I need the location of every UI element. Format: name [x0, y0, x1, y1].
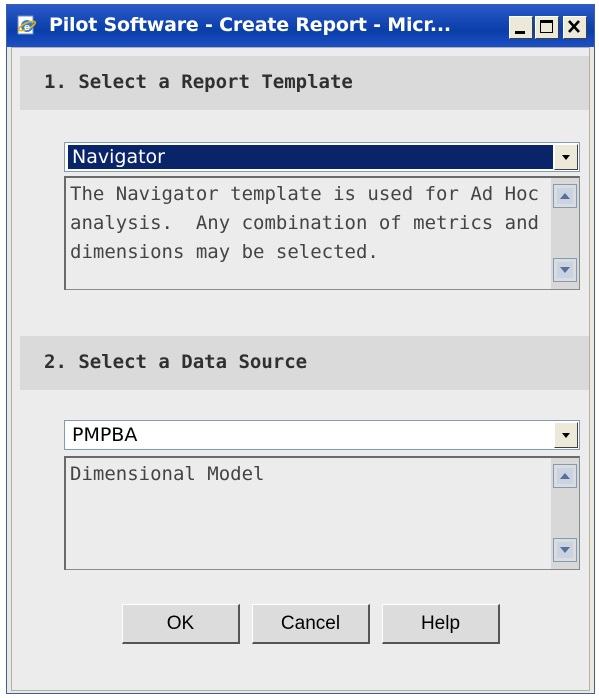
datasource-description[interactable]: Dimensional Model [64, 456, 580, 570]
minimize-button[interactable] [509, 16, 533, 39]
section-header-template: 1. Select a Report Template [20, 56, 589, 110]
datasource-description-text: Dimensional Model [70, 463, 265, 485]
section-title-template: 1. Select a Report Template [44, 71, 353, 93]
ie-page-icon: e [15, 14, 37, 36]
datasource-select[interactable]: PMPBA [64, 420, 580, 450]
template-selected-value: Navigator [68, 145, 553, 169]
template-description-scrollbar[interactable] [551, 178, 579, 289]
section-header-datasource: 2. Select a Data Source [20, 336, 589, 390]
window-title: Pilot Software - Create Report - Micr... [49, 14, 451, 36]
scroll-down-icon [557, 542, 573, 558]
svg-text:e: e [24, 23, 30, 33]
template-description[interactable]: The Navigator template is used for Ad Ho… [64, 176, 580, 290]
close-icon [568, 20, 580, 33]
title-bar[interactable]: e Pilot Software - Create Report - Micr.… [7, 5, 594, 47]
scroll-down-button[interactable] [553, 538, 577, 562]
maximize-button[interactable] [535, 16, 559, 39]
datasource-description-scrollbar[interactable] [551, 458, 579, 569]
scroll-down-icon [557, 262, 573, 278]
scroll-up-icon [557, 188, 573, 204]
minimize-icon [515, 31, 525, 34]
scroll-up-button[interactable] [553, 464, 577, 488]
close-button[interactable] [563, 16, 587, 39]
section-title-datasource: 2. Select a Data Source [44, 351, 308, 373]
template-select[interactable]: Navigator [64, 142, 580, 172]
scroll-down-button[interactable] [553, 258, 577, 282]
help-button[interactable]: Help [382, 604, 500, 644]
dialog-window: e Pilot Software - Create Report - Micr.… [6, 4, 595, 694]
cancel-button[interactable]: Cancel [252, 604, 370, 644]
chevron-down-icon [562, 155, 570, 160]
chevron-down-icon [562, 433, 570, 438]
datasource-dropdown-button[interactable] [554, 422, 578, 448]
scroll-up-button[interactable] [553, 184, 577, 208]
scroll-up-icon [557, 468, 573, 484]
datasource-selected-value: PMPBA [72, 424, 138, 446]
maximize-icon [540, 20, 553, 33]
template-dropdown-button[interactable] [554, 144, 578, 170]
dialog-body: 1. Select a Report Template Navigator Th… [11, 47, 590, 691]
template-description-text: The Navigator template is used for Ad Ho… [70, 183, 551, 263]
ok-button[interactable]: OK [122, 604, 240, 644]
